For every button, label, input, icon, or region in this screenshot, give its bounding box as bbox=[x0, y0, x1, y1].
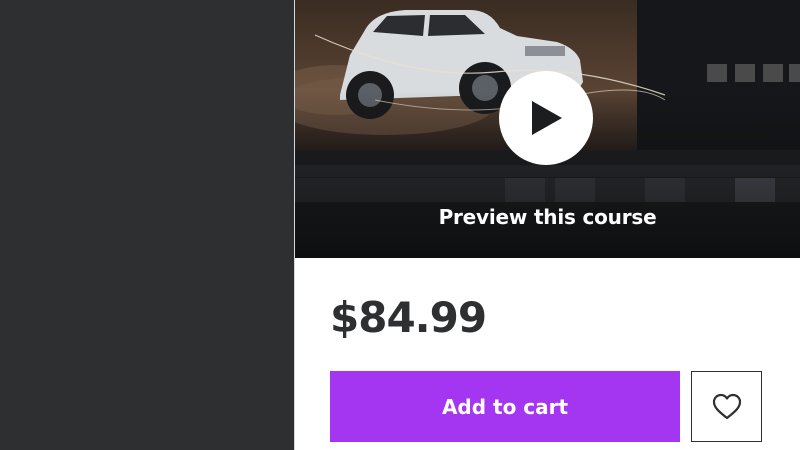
heart-icon bbox=[712, 393, 741, 419]
add-to-cart-label: Add to cart bbox=[441, 394, 569, 419]
course-preview[interactable]: Preview this course bbox=[295, 0, 800, 258]
wishlist-button[interactable] bbox=[691, 371, 762, 442]
course-price: $84.99 bbox=[330, 293, 487, 342]
course-purchase-card: Preview this course $84.99 Add to cart bbox=[294, 0, 800, 450]
preview-label: Preview this course bbox=[438, 205, 657, 229]
play-icon bbox=[532, 101, 562, 135]
page: Preview this course $84.99 Add to cart bbox=[0, 0, 800, 450]
play-button[interactable] bbox=[499, 71, 593, 165]
add-to-cart-button[interactable]: Add to cart bbox=[330, 371, 680, 442]
